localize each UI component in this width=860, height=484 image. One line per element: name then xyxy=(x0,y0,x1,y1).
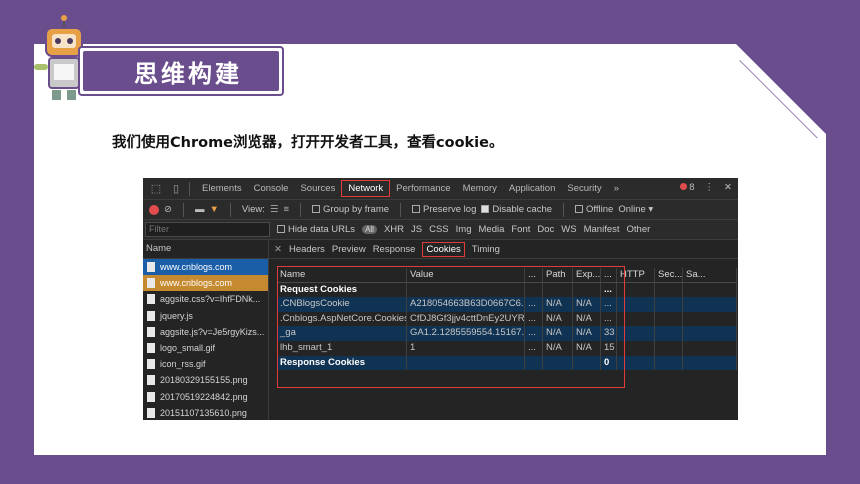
filter-ws[interactable]: WS xyxy=(561,224,576,235)
request-item[interactable]: www.cnblogs.com xyxy=(143,259,268,276)
request-item[interactable]: logo_small.gif xyxy=(143,340,268,356)
tab-console[interactable]: Console xyxy=(248,181,295,196)
large-rows-icon[interactable]: ☰ xyxy=(270,204,279,215)
tab-performance[interactable]: Performance xyxy=(390,181,456,196)
document-icon xyxy=(147,262,155,273)
filter-bar: Filter Hide data URLs All XHR JS CSS Img… xyxy=(143,220,738,240)
clear-icon[interactable]: ⊘ xyxy=(164,204,172,215)
detail-tab-bar: ✕ Headers Preview Response Cookies Timin… xyxy=(269,240,738,259)
close-icon[interactable]: ✕ xyxy=(724,182,732,193)
filter-all[interactable]: All xyxy=(362,225,377,234)
tab-timing[interactable]: Timing xyxy=(472,244,500,255)
tab-response[interactable]: Response xyxy=(373,244,416,255)
filter-manifest[interactable]: Manifest xyxy=(584,224,620,235)
image-icon xyxy=(147,359,155,370)
error-icon xyxy=(680,183,688,190)
screenshot-icon[interactable]: ▬ xyxy=(195,204,205,215)
throttling-select[interactable]: Online ▾ xyxy=(618,204,653,215)
device-toolbar-icon[interactable]: ▯ xyxy=(169,182,183,195)
tab-memory[interactable]: Memory xyxy=(457,181,503,196)
image-icon xyxy=(147,391,155,402)
filter-icon[interactable]: ▼ xyxy=(209,204,218,215)
offline-checkbox[interactable]: Offline xyxy=(575,204,613,215)
stylesheet-icon xyxy=(147,294,155,305)
tab-sources[interactable]: Sources xyxy=(294,181,341,196)
request-list: Name www.cnblogs.com www.cnblogs.com agg… xyxy=(143,240,269,420)
devtools-tab-bar: ⬚ ▯ Elements Console Sources Network Per… xyxy=(143,178,738,200)
highlight-box xyxy=(277,266,625,388)
request-item[interactable]: icon_rss.gif xyxy=(143,356,268,372)
page-fold xyxy=(736,44,826,134)
image-icon xyxy=(147,343,155,354)
image-icon xyxy=(147,375,155,386)
error-counter[interactable]: 8 xyxy=(680,182,695,193)
tab-application[interactable]: Application xyxy=(503,181,561,196)
tab-cookies[interactable]: Cookies xyxy=(422,241,465,257)
column-header[interactable]: Sec... xyxy=(655,268,683,282)
inspect-icon[interactable]: ⬚ xyxy=(149,182,163,195)
tab-headers[interactable]: Headers xyxy=(289,244,325,255)
disable-cache-checkbox[interactable]: Disable cache xyxy=(481,204,552,215)
request-item[interactable]: 20180329155155.png xyxy=(143,372,268,388)
filter-other[interactable]: Other xyxy=(627,224,651,235)
intro-text: 我们使用Chrome浏览器，打开开发者工具，查看cookie。 xyxy=(112,135,504,151)
menu-kebab-icon[interactable]: ⋮ xyxy=(705,182,715,193)
request-item[interactable]: www.cnblogs.com xyxy=(143,275,268,292)
network-toolbar: ⊘ ▬ ▼ View: ☰ ≡ Group by frame Preserve … xyxy=(143,200,738,220)
waterfall-icon[interactable]: ≡ xyxy=(283,204,289,215)
filter-input[interactable]: Filter xyxy=(145,222,270,237)
script-icon xyxy=(147,326,155,337)
preserve-log-checkbox[interactable]: Preserve log xyxy=(412,204,476,215)
request-item[interactable]: aggsite.css?v=IhfFDNk... xyxy=(143,291,268,307)
tab-preview[interactable]: Preview xyxy=(332,244,366,255)
script-icon xyxy=(147,310,155,321)
filter-img[interactable]: Img xyxy=(456,224,472,235)
view-label: View: xyxy=(241,204,265,215)
devtools-screenshot: ⬚ ▯ Elements Console Sources Network Per… xyxy=(143,178,738,420)
tab-elements[interactable]: Elements xyxy=(196,181,248,196)
hide-data-urls-checkbox[interactable]: Hide data URLs xyxy=(277,224,355,235)
filter-xhr[interactable]: XHR xyxy=(384,224,404,235)
document-icon xyxy=(147,278,155,289)
record-icon[interactable] xyxy=(149,204,159,215)
filter-css[interactable]: CSS xyxy=(429,224,449,235)
filter-media[interactable]: Media xyxy=(479,224,505,235)
close-icon[interactable]: ✕ xyxy=(274,244,282,255)
filter-doc[interactable]: Doc xyxy=(537,224,554,235)
section-title: 思维构建 xyxy=(83,51,279,91)
request-item[interactable]: 20151107135610.png xyxy=(143,405,268,420)
request-detail-panel: ✕ Headers Preview Response Cookies Timin… xyxy=(269,240,738,420)
more-tabs-button[interactable]: » xyxy=(608,181,625,196)
filter-font[interactable]: Font xyxy=(511,224,530,235)
image-icon xyxy=(147,407,155,418)
filter-js[interactable]: JS xyxy=(411,224,422,235)
request-item[interactable]: aggsite.js?v=Je5rgyKizs... xyxy=(143,324,268,340)
request-list-header[interactable]: Name xyxy=(143,240,268,259)
tab-security[interactable]: Security xyxy=(561,181,607,196)
tab-network[interactable]: Network xyxy=(341,180,391,197)
request-item[interactable]: jquery.js xyxy=(143,308,268,324)
request-item[interactable]: 20170519224842.png xyxy=(143,389,268,405)
section-title-banner: 思维构建 xyxy=(78,46,284,96)
column-header[interactable]: Sa... xyxy=(683,268,737,282)
group-by-frame-checkbox[interactable]: Group by frame xyxy=(312,204,389,215)
